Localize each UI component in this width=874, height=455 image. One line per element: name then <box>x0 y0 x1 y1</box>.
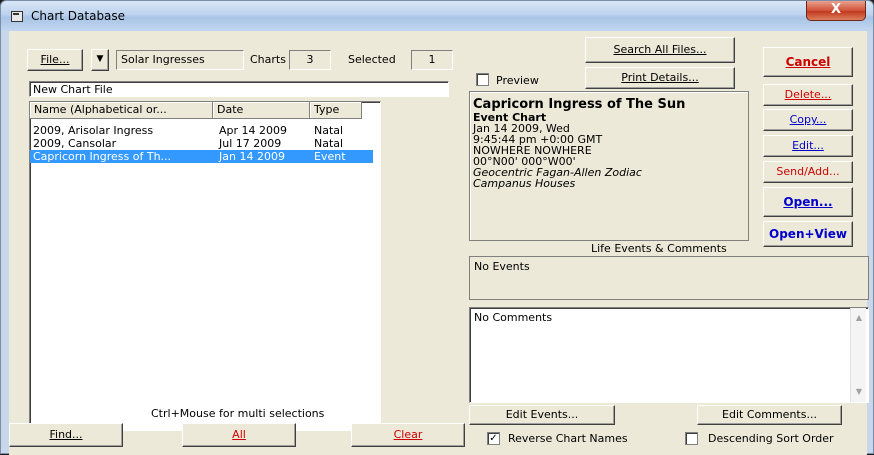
find-button-label: Find... <box>49 428 83 441</box>
cancel-button-label: Cancel <box>785 55 831 69</box>
chart-info-title: Capricorn Ingress of The Sun <box>473 97 686 112</box>
reverse-names-checkbox[interactable]: ✓ <box>487 432 500 445</box>
edit-events-label: Edit Events... <box>505 408 579 421</box>
delete-button-label: Delete... <box>784 88 832 101</box>
edit-button[interactable]: Edit... <box>763 135 853 157</box>
descending-sort-label: Descending Sort Order <box>708 432 834 445</box>
file-button[interactable]: File... <box>27 49 83 71</box>
search-all-files-label: Search All Files... <box>613 43 707 56</box>
scroll-up-icon[interactable]: ▲ <box>851 310 867 326</box>
row-type: Event <box>314 150 346 163</box>
life-events-label: Life Events & Comments <box>591 242 727 255</box>
chart-info-panel: Capricorn Ingress of The Sun Event Chart… <box>469 91 749 241</box>
all-button-label: All <box>232 428 246 441</box>
selected-label: Selected <box>348 53 396 66</box>
cancel-button[interactable]: Cancel <box>763 47 853 77</box>
multi-select-hint: Ctrl+Mouse for multi selections <box>151 407 325 420</box>
chart-info-houses: Campanus Houses <box>473 177 576 190</box>
delete-button[interactable]: Delete... <box>763 84 853 106</box>
descending-sort-checkbox[interactable] <box>685 432 698 445</box>
selected-count: 1 <box>411 50 453 70</box>
send-add-button[interactable]: Send/Add... <box>763 161 853 183</box>
reverse-names-label: Reverse Chart Names <box>508 432 628 445</box>
file-description-field[interactable]: New Chart File <box>29 81 449 97</box>
app-icon <box>11 11 23 22</box>
row-name: Capricorn Ingress of Th... <box>33 150 172 163</box>
edit-events-button[interactable]: Edit Events... <box>469 405 615 425</box>
row-date: Jul 17 2009 <box>219 137 282 150</box>
list-item[interactable]: 2009, Arisolar Ingress Apr 14 2009 Natal <box>30 124 380 137</box>
preview-label: Preview <box>496 74 539 87</box>
column-header-name[interactable]: Name (Alphabetical or... <box>30 102 213 119</box>
find-button[interactable]: Find... <box>9 423 123 447</box>
column-header-date[interactable]: Date <box>213 102 310 119</box>
title-bar[interactable]: Chart Database X <box>1 1 873 31</box>
row-date: Apr 14 2009 <box>219 124 288 137</box>
open-view-button-label: Open+View <box>769 227 847 241</box>
open-button[interactable]: Open... <box>763 187 853 217</box>
print-details-button[interactable]: Print Details... <box>585 67 735 89</box>
row-name: 2009, Arisolar Ingress <box>33 124 154 137</box>
search-all-files-button[interactable]: Search All Files... <box>585 37 735 63</box>
close-button[interactable]: X <box>806 1 866 21</box>
row-type: Natal <box>314 137 344 150</box>
all-button[interactable]: All <box>182 423 296 447</box>
charts-label: Charts <box>250 53 286 66</box>
preview-checkbox[interactable] <box>476 73 489 86</box>
edit-comments-button[interactable]: Edit Comments... <box>697 405 842 425</box>
events-box[interactable]: No Events <box>469 256 869 300</box>
row-type: Natal <box>314 124 344 137</box>
list-item-selected[interactable]: Capricorn Ingress of Th... Jan 14 2009 E… <box>30 150 373 163</box>
open-button-label: Open... <box>783 195 833 209</box>
charts-count: 3 <box>289 50 331 70</box>
edit-button-label: Edit... <box>792 139 824 152</box>
scroll-down-icon[interactable]: ▼ <box>851 384 867 400</box>
list-item[interactable]: 2009, Cansolar Jul 17 2009 Natal <box>30 137 380 150</box>
file-dropdown-button[interactable]: ▼ <box>91 49 109 71</box>
copy-button-label: Copy... <box>789 113 827 126</box>
comments-text: No Comments <box>474 311 553 324</box>
column-header-type[interactable]: Type <box>310 102 362 119</box>
clear-button[interactable]: Clear <box>351 423 465 447</box>
clear-button-label: Clear <box>393 428 423 441</box>
send-add-button-label: Send/Add... <box>776 165 840 178</box>
open-view-button[interactable]: Open+View <box>763 221 853 247</box>
chart-list[interactable]: Name (Alphabetical or... Date Type 2009,… <box>29 101 381 431</box>
comments-box[interactable]: No Comments ▲ ▼ <box>469 307 869 403</box>
file-button-label: File... <box>40 53 70 66</box>
copy-button[interactable]: Copy... <box>763 109 853 131</box>
row-name: 2009, Cansolar <box>33 137 117 150</box>
chart-database-window: Chart Database X File... ▼ Solar Ingress… <box>0 0 874 455</box>
row-date: Jan 14 2009 <box>219 150 285 163</box>
edit-comments-label: Edit Comments... <box>722 408 817 421</box>
comments-scrollbar[interactable]: ▲ ▼ <box>850 308 866 402</box>
current-file-name: Solar Ingresses <box>116 50 244 70</box>
chevron-down-icon: ▼ <box>96 54 104 64</box>
window-title: Chart Database <box>31 9 126 23</box>
print-details-label: Print Details... <box>621 71 699 84</box>
dialog-client: File... ▼ Solar Ingresses Charts 3 Selec… <box>9 31 869 455</box>
